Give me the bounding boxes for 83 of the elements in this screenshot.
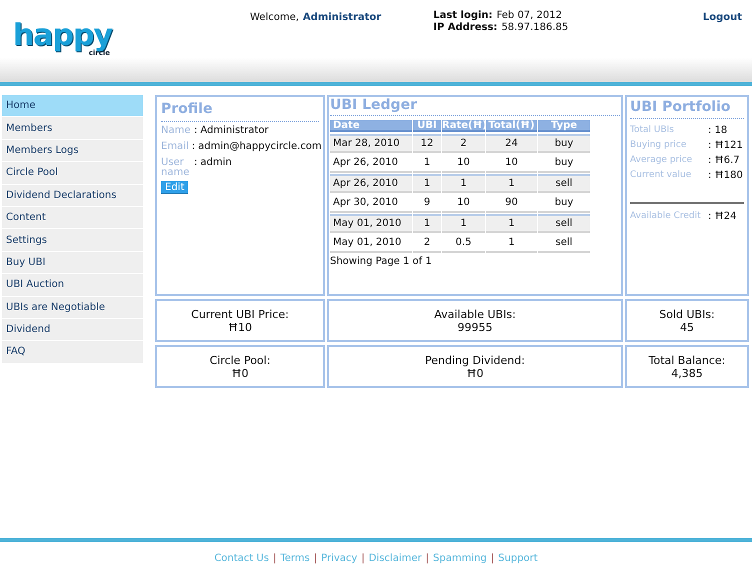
ip-label: IP Address:: [433, 22, 498, 34]
sidebar-item[interactable]: Circle Pool: [2, 162, 143, 184]
stat-value: Ħ10: [228, 320, 252, 334]
column-header: Rate(Ħ): [442, 120, 485, 132]
table-cell: 1: [442, 174, 485, 193]
logo-wordmark: happy: [12, 22, 112, 50]
link-separator: |: [314, 552, 318, 566]
link-separator: |: [361, 552, 365, 566]
stat-value: Ħ0: [466, 366, 484, 380]
field-label: Email: [161, 142, 189, 152]
portfolio-label: Average price: [630, 154, 694, 167]
portfolio-value: : 18: [708, 124, 728, 138]
field-value: Administrator: [200, 125, 269, 137]
stat-value: 45: [680, 320, 694, 334]
last-login-date: Feb 07, 2012: [496, 10, 562, 22]
table-cell: sell: [538, 234, 590, 253]
profile-title: Profile: [161, 99, 319, 122]
table-cell: 1: [442, 214, 485, 233]
field-separator: :: [194, 157, 198, 169]
column-header: Date: [330, 120, 412, 132]
ip-address: 58.97.186.85: [501, 22, 568, 34]
field-value: admin@happycircle.com: [198, 141, 322, 153]
table-cell: buy: [538, 154, 590, 173]
table-cell: Apr 26, 2010: [330, 174, 412, 193]
user-name: Administrator: [302, 11, 382, 22]
field-value: admin: [200, 157, 232, 169]
sidebar-item[interactable]: FAQ: [2, 341, 143, 363]
field-separator: :: [194, 125, 198, 137]
credit-label: Available Credit: [630, 211, 702, 222]
table-cell: May 01, 2010: [330, 214, 412, 233]
sidebar-item[interactable]: Dividend Declarations: [2, 184, 143, 206]
sidebar-item[interactable]: Content: [2, 206, 143, 228]
field-label: Name: [161, 126, 191, 136]
sidebar-item[interactable]: Dividend: [2, 318, 143, 340]
sidebar-item[interactable]: UBIs are Negotiable: [2, 296, 143, 318]
portfolio-value: : Ħ180: [708, 169, 743, 183]
table-cell: buy: [538, 134, 590, 153]
sidebar-item[interactable]: Settings: [2, 229, 143, 251]
portfolio-title: UBI Portfolio: [630, 97, 744, 119]
stat-label: Total Balance:: [648, 354, 726, 366]
sidebar-item[interactable]: UBI Auction: [2, 274, 143, 296]
table-cell: buy: [538, 194, 590, 213]
field-label: User name: [161, 158, 190, 178]
table-cell: 2: [442, 134, 485, 153]
link-separator: |: [490, 552, 494, 566]
stat-label: Pending Dividend:: [425, 354, 525, 366]
stat-label: Available UBIs:: [434, 308, 516, 320]
portfolio-label: Current value: [630, 168, 692, 182]
portfolio-value: : Ħ121: [708, 139, 743, 153]
sidebar-item[interactable]: Members: [2, 117, 143, 139]
stat-label: Current UBI Price:: [191, 308, 289, 320]
column-header: Total(Ħ): [486, 120, 537, 132]
table-cell: Mar 28, 2010: [330, 134, 412, 153]
link-separator: |: [272, 552, 276, 566]
field-separator: :: [192, 141, 196, 153]
portfolio-value: : Ħ6.7: [708, 154, 740, 168]
table-cell: 1: [486, 174, 537, 193]
table-cell: 1: [486, 214, 537, 233]
link-separator: |: [426, 552, 429, 566]
credit-value: : Ħ24: [708, 210, 736, 224]
stat-value: 99955: [458, 320, 492, 334]
table-cell: 1: [413, 174, 441, 193]
welcome-text: Welcome,: [250, 11, 299, 22]
table-cell: 12: [413, 134, 441, 153]
table-cell: sell: [538, 174, 590, 193]
sidebar-item[interactable]: Home: [2, 95, 143, 116]
table-cell: 24: [486, 134, 537, 153]
stat-value: 4,385: [671, 366, 703, 380]
stat-label: Sold UBIs:: [659, 308, 715, 320]
column-header: Type: [538, 120, 590, 132]
pager-text: Showing Page 1 of 1: [330, 255, 433, 269]
sidebar-item[interactable]: Members Logs: [2, 140, 143, 162]
logout-link[interactable]: Logout: [702, 10, 742, 25]
column-header: UBI: [413, 120, 441, 132]
table-cell: 1: [413, 214, 441, 233]
table-cell: sell: [538, 214, 590, 233]
portfolio-label: Buying price: [630, 138, 688, 152]
stat-value: Ħ0: [231, 366, 249, 380]
sidebar-item[interactable]: Buy UBI: [2, 252, 143, 274]
last-login-label: Last login:: [433, 10, 493, 22]
stat-label: Circle Pool:: [210, 354, 270, 366]
portfolio-label: Total UBIs: [630, 124, 675, 137]
ledger-title: UBI Ledger: [330, 97, 620, 116]
